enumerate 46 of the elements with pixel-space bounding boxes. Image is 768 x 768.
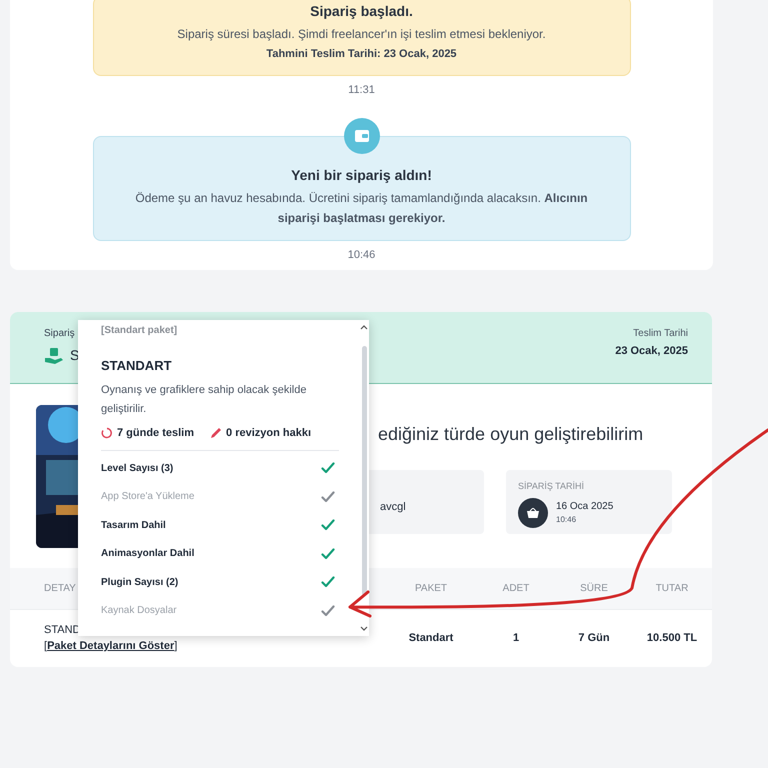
feature-label: Kaynak Dosyalar: [101, 604, 177, 618]
delivery-date: 23 Ocak, 2025: [615, 344, 688, 359]
column-header: PAKET: [414, 582, 448, 596]
package-name: STANDART: [101, 357, 173, 375]
clock-icon: [101, 426, 113, 439]
wallet-icon: [344, 118, 380, 154]
notification-title: Sipariş başladı.: [310, 2, 413, 21]
bracket: [: [44, 639, 48, 654]
pencil-icon: [210, 426, 222, 439]
basket-icon: [518, 498, 548, 528]
notification-text: Sipariş süresi başladı. Şimdi freelancer'ın işi teslim etmesi bekleniyor.: [177, 26, 546, 43]
order-date: 16 Oca 2025: [556, 500, 614, 514]
table-cell-text: Standart: [408, 630, 454, 646]
column-header: DETAY: [44, 582, 76, 596]
notification-text: Ödeme şu an havuz hesabında. Ücretini sipariş tamamlandığında alacaksın. Alıcının siparişi başlatması gerekiyor.: [134, 190, 589, 227]
notification-title: Yeni bir sipariş aldın!: [291, 166, 432, 185]
feature-label: Level Sayısı (3): [101, 462, 174, 476]
revision-count: 0 revizyon hakkı: [226, 426, 312, 440]
order-date-label: SİPARİŞ TARİHİ: [518, 480, 586, 493]
feature-label: App Store'a Yükleme: [101, 490, 194, 504]
package-tag: [Standart paket]: [101, 323, 349, 338]
message-time: 11:31: [348, 82, 375, 98]
gig-title: ediğiniz türde oyun geliştirebilirim: [378, 423, 644, 446]
package-description: Oynanış ve grafiklere sahip olacak şekilde geliştirilir.: [101, 382, 308, 416]
scroll-up-icon[interactable]: [360, 324, 368, 330]
delivery-estimate: Tahmini Teslim Tarihi: 23 Ocak, 2025: [266, 47, 457, 62]
order-time: 10:46: [556, 514, 578, 526]
delivery-time: 7 günde teslim: [117, 426, 194, 440]
scrollbar-thumb[interactable]: [362, 346, 366, 596]
table-cell-text: 10.500 TL: [646, 630, 698, 646]
delivery-label: Teslim Tarihi: [633, 327, 688, 341]
package-details-link[interactable]: Paket Detaylarını Göster: [47, 638, 174, 654]
column-header: TUTAR: [656, 582, 688, 596]
feature-label: Tasarım Dahil: [101, 518, 166, 533]
package-hand-icon: [44, 346, 64, 364]
table-cell-text: 7 Gün: [577, 630, 611, 646]
table-cell-text: 1: [512, 630, 520, 646]
column-header: SÜRE: [580, 582, 608, 596]
feature-label: Animasyonlar Dahil: [101, 547, 194, 562]
column-header: ADET: [502, 582, 530, 596]
header-label: Sipariş: [44, 327, 76, 341]
bracket: ]: [174, 639, 178, 654]
feature-label: Plugin Sayısı (2): [101, 576, 178, 590]
seller-name: avcgl: [380, 500, 406, 515]
message-time: 10:46: [348, 248, 376, 263]
scroll-down-icon[interactable]: [360, 626, 368, 632]
